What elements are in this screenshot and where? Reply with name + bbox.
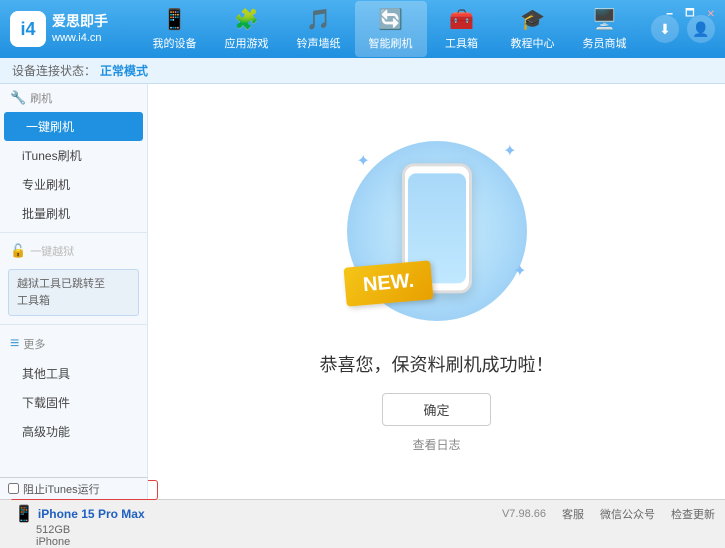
main-layout: 🔧 刷机 一键刷机 iTunes刷机 专业刷机 批量刷机 🔓 一键越狱 越狱工具… (0, 84, 725, 499)
nav-my-device[interactable]: 📱 我的设备 (139, 1, 211, 57)
nav-apps-games[interactable]: 🧩 应用游戏 (211, 1, 283, 57)
sidebar-item-other-tools[interactable]: 其他工具 (0, 359, 147, 388)
sidebar-section-more: ≡ 更多 (0, 329, 147, 359)
sidebar-item-itunes-flash[interactable]: iTunes刷机 (0, 141, 147, 170)
sidebar-section-jailbreak: 🔓 一键越狱 (0, 237, 147, 265)
ringtones-icon: 🎵 (306, 7, 331, 32)
tutorials-icon: 🎓 (520, 7, 545, 32)
sidebar: 🔧 刷机 一键刷机 iTunes刷机 专业刷机 批量刷机 🔓 一键越狱 越狱工具… (0, 84, 148, 499)
flash-section-label: 刷机 (30, 90, 52, 106)
device-storage: 512GB (14, 524, 158, 536)
bottom-bar: 自动激活 跳过向导 📱 iPhone 15 Pro Max 512GB iPho… (0, 499, 725, 527)
flash-section-icon: 🔧 (10, 90, 26, 106)
sparkle-2: ✦ (503, 141, 516, 161)
minimize-button[interactable]: 🗕 (662, 4, 677, 25)
window-controls: 🗕 🗖 ✕ (662, 4, 719, 25)
jailbreak-label: 一键越狱 (30, 243, 74, 259)
service-icon: 🖥️ (592, 7, 617, 32)
sidebar-item-pro-flash[interactable]: 专业刷机 (0, 170, 147, 199)
log-link[interactable]: 查看日志 (412, 436, 460, 453)
wechat-link[interactable]: 微信公众号 (600, 506, 655, 522)
bottom-right: V7.98.66 客服 微信公众号 检查更新 (158, 506, 715, 522)
status-value: 正常模式 (100, 62, 148, 79)
sidebar-item-batch-flash[interactable]: 批量刷机 (0, 199, 147, 228)
app-logo: i4 爱思即手 www.i4.cn (10, 11, 108, 47)
more-icon: ≡ (10, 335, 19, 353)
device-icon: 📱 (162, 7, 187, 32)
itunes-bar: 阻止iTunes运行 (0, 477, 148, 499)
logo-icon: i4 (10, 11, 46, 47)
toolbox-icon: 🧰 (449, 7, 474, 32)
phone-illustration: ✦ ✦ ✦ NEW. (327, 131, 547, 331)
sidebar-divider-2 (0, 324, 147, 325)
version-label: V7.98.66 (502, 508, 546, 520)
sidebar-jailbreak-note[interactable]: 越狱工具已跳转至工具箱 (8, 269, 139, 316)
status-label: 设备连接状态： (12, 62, 96, 79)
nav-smart-flash[interactable]: 🔄 智能刷机 (355, 1, 427, 57)
success-message: 恭喜您，保资料刷机成功啦！ (320, 351, 554, 377)
check-update-link[interactable]: 检查更新 (671, 506, 715, 522)
sidebar-item-one-key-flash[interactable]: 一键刷机 (4, 112, 143, 141)
nav-toolbox[interactable]: 🧰 工具箱 (427, 1, 497, 57)
more-label: 更多 (23, 336, 45, 352)
jailbreak-icon: 🔓 (10, 243, 26, 259)
sidebar-divider-1 (0, 232, 147, 233)
sidebar-section-flash: 🔧 刷机 (0, 84, 147, 112)
customer-service-link[interactable]: 客服 (562, 506, 584, 522)
itunes-label: 阻止iTunes运行 (23, 481, 100, 497)
sidebar-item-download-fw[interactable]: 下载固件 (0, 388, 147, 417)
maximize-button[interactable]: 🗖 (681, 4, 699, 25)
main-content: ✦ ✦ ✦ NEW. 恭喜您，保资料刷机成功啦！ 确定 查看日志 (148, 84, 725, 499)
nav-ringtones[interactable]: 🎵 铃声墙纸 (283, 1, 355, 57)
confirm-button[interactable]: 确定 (382, 393, 490, 426)
status-bar: 设备连接状态： 正常模式 (0, 58, 725, 84)
sidebar-item-advanced[interactable]: 高级功能 (0, 417, 147, 446)
device-phone-icon: 📱 (14, 504, 34, 524)
nav-service[interactable]: 🖥️ 务员商城 (569, 1, 641, 57)
main-nav: 📱 我的设备 🧩 应用游戏 🎵 铃声墙纸 🔄 智能刷机 🧰 工具箱 🎓 (128, 1, 651, 57)
nav-tutorials[interactable]: 🎓 教程中心 (497, 1, 569, 57)
flash-icon: 🔄 (378, 7, 403, 32)
sparkle-3: ✦ (513, 261, 526, 281)
app-header: 🗕 🗖 ✕ i4 爱思即手 www.i4.cn 📱 我的设备 🧩 应用游戏 (0, 0, 725, 58)
brand-url: www.i4.cn (52, 31, 108, 46)
device-type: iPhone (14, 536, 158, 548)
device-info: 📱 iPhone 15 Pro Max 512GB iPhone (10, 502, 158, 548)
sparkle-1: ✦ (357, 151, 370, 171)
apps-icon: 🧩 (234, 7, 259, 32)
itunes-checkbox[interactable] (8, 483, 19, 494)
close-button[interactable]: ✕ (703, 7, 719, 22)
brand-name: 爱思即手 (52, 12, 108, 32)
new-badge: NEW. (343, 260, 433, 306)
device-name: iPhone 15 Pro Max (38, 507, 145, 521)
